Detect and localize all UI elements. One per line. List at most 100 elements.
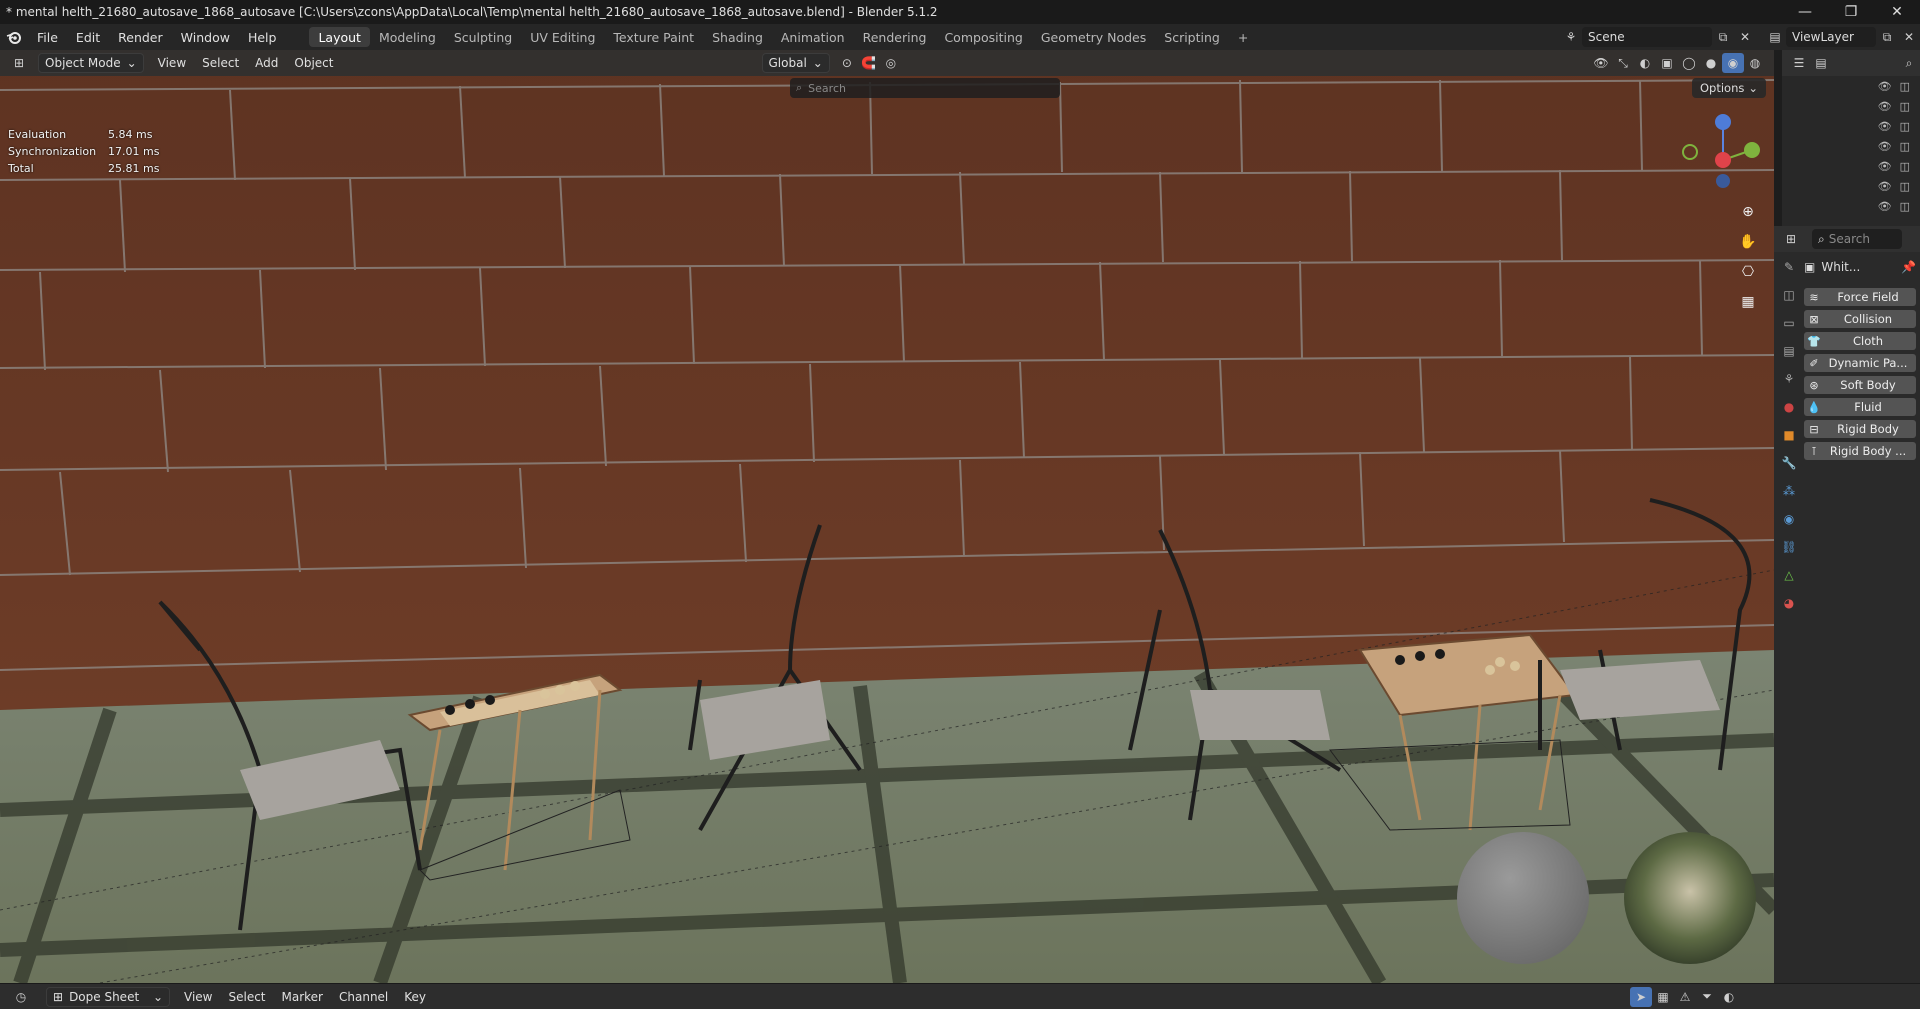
blender-logo-icon[interactable] — [0, 24, 28, 50]
menu-marker[interactable]: Marker — [274, 990, 331, 1004]
output-tab-icon[interactable]: ▭ — [1779, 312, 1799, 334]
tab-rendering[interactable]: Rendering — [854, 27, 936, 47]
delete-view-layer-icon[interactable]: ✕ — [1898, 27, 1920, 47]
visibility-icon[interactable]: 👁 — [1590, 53, 1612, 73]
camera-icon[interactable]: ◫ — [1900, 160, 1910, 173]
eye-icon[interactable]: 👁 — [1878, 160, 1892, 173]
display-mode-icon[interactable]: ▤ — [1810, 53, 1832, 73]
tab-texture-paint[interactable]: Texture Paint — [604, 27, 703, 47]
proportional-edit-icon[interactable]: ◎ — [880, 53, 902, 73]
xray-toggle-icon[interactable]: ▣ — [1656, 53, 1678, 73]
tool-tab-icon[interactable]: ✎ — [1779, 256, 1799, 278]
editor-mode-dropdown[interactable]: ⊞ Dope Sheet ⌄ — [46, 986, 170, 1007]
select-tool-icon[interactable]: ➤ — [1630, 986, 1652, 1007]
collision-button[interactable]: ⊠ Collision — [1804, 310, 1916, 328]
tab-sculpting[interactable]: Sculpting — [445, 27, 521, 47]
new-scene-icon[interactable]: ⧉ — [1712, 27, 1734, 47]
viewport-search-input[interactable]: ⌕ Search — [790, 78, 1060, 98]
menu-object[interactable]: Object — [286, 56, 341, 70]
pan-hand-icon[interactable]: ✋ — [1736, 230, 1760, 254]
modifier-tab-icon[interactable]: 🔧 — [1779, 452, 1799, 474]
eye-icon[interactable]: 👁 — [1878, 100, 1892, 113]
menu-view[interactable]: View — [150, 56, 194, 70]
delete-scene-icon[interactable]: ✕ — [1734, 27, 1756, 47]
physics-tab-icon[interactable]: ◉ — [1779, 508, 1799, 530]
summary-icon[interactable]: ▦ — [1652, 987, 1674, 1007]
menu-help[interactable]: Help — [239, 24, 286, 50]
menu-window[interactable]: Window — [172, 24, 239, 50]
outliner-row[interactable]: 👁 ◫ — [1782, 116, 1920, 136]
data-tab-icon[interactable]: △ — [1779, 564, 1799, 586]
scene-icon[interactable]: ⚘ — [1560, 27, 1582, 47]
editor-type-icon[interactable]: ⊞ — [8, 53, 30, 73]
force-field-button[interactable]: ≋ Force Field — [1804, 288, 1916, 306]
add-workspace-button[interactable]: + — [1229, 27, 1257, 47]
outliner-row[interactable]: 👁 ◫ — [1782, 136, 1920, 156]
view-layer-selector[interactable]: ViewLayer — [1786, 27, 1876, 47]
properties-search-input[interactable]: ⌕ Search — [1812, 229, 1902, 249]
solid-shading-icon[interactable]: ● — [1700, 53, 1722, 73]
menu-render[interactable]: Render — [109, 24, 172, 50]
maximize-button[interactable]: ❐ — [1828, 0, 1874, 24]
dynamic-paint-button[interactable]: ✐ Dynamic Pa... — [1804, 354, 1916, 372]
menu-file[interactable]: File — [28, 24, 67, 50]
zoom-icon[interactable]: ⊕ — [1736, 200, 1760, 224]
eye-icon[interactable]: 👁 — [1878, 80, 1892, 93]
menu-key[interactable]: Key — [396, 990, 434, 1004]
rendered-shading-icon[interactable]: ◍ — [1744, 53, 1766, 73]
cloth-button[interactable]: 👕 Cloth — [1804, 332, 1916, 350]
overlay-toggle-icon[interactable]: ◐ — [1634, 53, 1656, 73]
eye-icon[interactable]: 👁 — [1878, 140, 1892, 153]
constraints-tab-icon[interactable]: ⛓ — [1779, 536, 1799, 558]
eye-icon[interactable]: 👁 — [1878, 200, 1892, 213]
editor-type-icon[interactable]: ◷ — [10, 987, 32, 1007]
tab-modeling[interactable]: Modeling — [370, 27, 445, 47]
soft-body-button[interactable]: ⊛ Soft Body — [1804, 376, 1916, 394]
menu-edit[interactable]: Edit — [67, 24, 109, 50]
warning-icon[interactable]: ⚠ — [1674, 987, 1696, 1007]
tab-compositing[interactable]: Compositing — [935, 27, 1031, 47]
eye-icon[interactable]: 👁 — [1878, 180, 1892, 193]
menu-select[interactable]: Select — [220, 990, 273, 1004]
orientation-dropdown[interactable]: Global ⌄ — [761, 53, 830, 73]
object-tab-icon[interactable]: ■ — [1779, 424, 1799, 446]
camera-icon[interactable]: ◫ — [1900, 200, 1910, 213]
close-button[interactable]: ✕ — [1874, 0, 1920, 24]
gizmo-toggle-icon[interactable]: ⤡ — [1612, 53, 1634, 73]
search-icon[interactable]: ⌕ — [1898, 53, 1920, 73]
scene-tab-icon[interactable]: ⚘ — [1779, 368, 1799, 390]
camera-icon[interactable]: ◫ — [1900, 80, 1910, 93]
options-dropdown[interactable]: Options ⌄ — [1691, 78, 1766, 98]
camera-icon[interactable]: ◫ — [1900, 180, 1910, 193]
ortho-grid-icon[interactable]: ▦ — [1736, 290, 1760, 314]
tab-scripting[interactable]: Scripting — [1155, 27, 1229, 47]
new-view-layer-icon[interactable]: ⧉ — [1876, 27, 1898, 47]
view-layer-icon[interactable]: ▤ — [1764, 27, 1786, 47]
pin-icon[interactable]: 📌 — [1901, 260, 1916, 274]
tab-geometry-nodes[interactable]: Geometry Nodes — [1032, 27, 1155, 47]
outliner-row[interactable]: 👁 ◫ — [1782, 196, 1920, 216]
fluid-button[interactable]: 💧 Fluid — [1804, 398, 1916, 416]
wireframe-shading-icon[interactable]: ◯ — [1678, 53, 1700, 73]
material-tab-icon[interactable]: ◕ — [1779, 592, 1799, 614]
camera-icon[interactable]: ⎔ — [1736, 260, 1760, 284]
filter-icon[interactable]: ⏷ — [1696, 987, 1718, 1007]
world-tab-icon[interactable]: ● — [1779, 396, 1799, 418]
scene-selector[interactable]: Scene — [1582, 27, 1712, 47]
outliner-row[interactable]: 👁 ◫ — [1782, 76, 1920, 96]
particles-tab-icon[interactable]: ⁂ — [1779, 480, 1799, 502]
tab-uv-editing[interactable]: UV Editing — [521, 27, 604, 47]
camera-icon[interactable]: ◫ — [1900, 120, 1910, 133]
menu-select[interactable]: Select — [194, 56, 247, 70]
properties-editor-icon[interactable]: ⊞ — [1780, 229, 1802, 249]
snap-icon[interactable]: 🧲 — [858, 53, 880, 73]
eye-icon[interactable]: 👁 — [1878, 120, 1892, 133]
menu-channel[interactable]: Channel — [331, 990, 396, 1004]
outliner-row[interactable]: 👁 ◫ — [1782, 176, 1920, 196]
menu-view[interactable]: View — [176, 990, 220, 1004]
tab-shading[interactable]: Shading — [703, 27, 772, 47]
rigid-body-button[interactable]: ⊟ Rigid Body — [1804, 420, 1916, 438]
menu-add[interactable]: Add — [247, 56, 286, 70]
material-shading-icon[interactable]: ◉ — [1722, 53, 1744, 73]
pivot-icon[interactable]: ⊙ — [836, 53, 858, 73]
